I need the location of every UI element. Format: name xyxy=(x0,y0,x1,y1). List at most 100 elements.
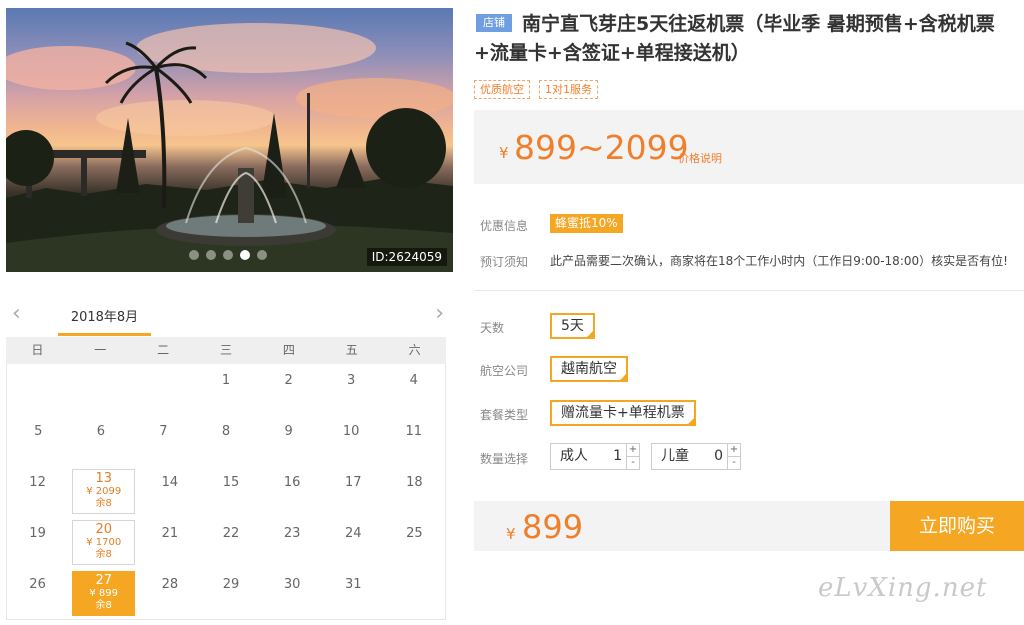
child-quantity-stepper: 儿童 0 + - xyxy=(651,443,741,470)
chevron-left-icon[interactable]: ‹ xyxy=(12,303,21,325)
total-currency: ¥ xyxy=(506,525,516,543)
calendar-day-number: 28 xyxy=(161,577,179,592)
calendar-day-number: 14 xyxy=(161,475,179,490)
option-package[interactable]: 赠流量卡+单程机票 ✓ xyxy=(550,400,696,426)
product-image-gallery[interactable]: ID:2624059 xyxy=(6,8,453,272)
calendar-day: 9 xyxy=(257,415,320,466)
child-count[interactable]: 0 xyxy=(702,444,727,469)
calendar-day-stock: 余8 xyxy=(95,498,112,509)
tag-quality-airline: 优质航空 xyxy=(474,80,530,99)
calendar-day-number: 27 xyxy=(95,573,112,588)
calendar-day: 26 xyxy=(7,568,68,619)
calendar-grid: 1 2 3 4 5 6 7 8 9 10 11 12 13 ¥ 2099 余8 14 15 16 17 18 19 20 ¥… xyxy=(6,364,446,620)
adult-label: 成人 xyxy=(560,448,588,464)
calendar-day: 6 xyxy=(70,415,133,466)
option-package-value: 赠流量卡+单程机票 xyxy=(561,405,685,421)
option-airline-vietnam[interactable]: 越南航空 ✓ xyxy=(550,356,628,382)
calendar-day-number: 30 xyxy=(283,577,301,592)
calendar-week-row: 12 13 ¥ 2099 余8 14 15 16 17 18 xyxy=(7,466,445,517)
calendar-day-number: 31 xyxy=(345,577,362,592)
calendar-day: 16 xyxy=(262,466,323,517)
product-title: 南宁直飞芽庄5天往返机票（毕业季 暑期预售+含税机票+流量卡+含签证+单程接送机… xyxy=(474,13,995,64)
discount-label: 优惠信息 xyxy=(480,219,529,233)
calendar-day-available[interactable]: 13 ¥ 2099 余8 xyxy=(72,469,136,514)
calendar-day: 19 xyxy=(7,517,68,568)
weekday-label: 五 xyxy=(345,343,358,357)
calendar-day-number: 18 xyxy=(406,475,423,490)
calendar-day xyxy=(132,364,195,415)
gallery-dot-3[interactable] xyxy=(223,250,233,260)
calendar-day-available[interactable]: 27 ¥ 899 余8 xyxy=(72,571,136,616)
check-icon: ✓ xyxy=(687,417,694,425)
calendar-day-number: 3 xyxy=(347,373,356,388)
calendar-day-number xyxy=(132,364,195,373)
calendar-day: 2 xyxy=(257,364,320,415)
gallery-dot-5[interactable] xyxy=(257,250,267,260)
calendar-day-number: 5 xyxy=(34,424,43,439)
calendar-day-number xyxy=(7,364,70,373)
calendar-day-stock: 余8 xyxy=(95,600,112,611)
purchase-bar: ¥ 899 立即购买 xyxy=(474,501,1024,551)
calendar-day: 17 xyxy=(323,466,384,517)
calendar-day: 5 xyxy=(7,415,70,466)
calendar-week-row: 19 20 ¥ 1700 余8 21 22 23 24 25 xyxy=(7,517,445,568)
calendar-day: 4 xyxy=(382,364,445,415)
calendar-day-available[interactable]: 20 ¥ 1700 余8 xyxy=(72,520,136,565)
calendar-day: 31 xyxy=(323,568,384,619)
calendar-day-number: 4 xyxy=(409,373,418,388)
weekday-label: 四 xyxy=(282,343,295,357)
chevron-right-icon[interactable]: › xyxy=(435,303,444,325)
service-tags: 优质航空 1对1服务 xyxy=(474,80,598,99)
calendar-day-number: 11 xyxy=(405,424,423,439)
calendar-month-tab[interactable]: 2018年8月 xyxy=(58,306,151,325)
weekday-label: 一 xyxy=(94,343,107,357)
adult-increase-button[interactable]: + xyxy=(627,444,639,456)
weekday-label: 二 xyxy=(157,343,170,357)
calendar-day-number: 12 xyxy=(29,475,46,490)
calendar-day: 24 xyxy=(323,517,384,568)
calendar-day-number: 9 xyxy=(284,424,293,439)
calendar-day-number: 2 xyxy=(284,373,293,388)
calendar-day: 10 xyxy=(320,415,383,466)
gallery-dot-1[interactable] xyxy=(189,250,199,260)
gallery-dot-2[interactable] xyxy=(206,250,216,260)
calendar-day-number: 17 xyxy=(345,475,362,490)
calendar-day-number: 6 xyxy=(96,424,105,439)
adult-decrease-button[interactable]: - xyxy=(627,456,639,469)
calendar-day-price: ¥ 899 xyxy=(89,588,119,599)
calendar-day: 3 xyxy=(320,364,383,415)
price-explanation-link[interactable]: 价格说明 xyxy=(678,150,722,166)
calendar-day-number: 13 xyxy=(95,471,112,486)
calendar-day xyxy=(70,364,133,415)
check-icon: ✓ xyxy=(587,330,593,338)
gallery-dot-4[interactable] xyxy=(240,250,250,260)
calendar-day-number: 8 xyxy=(221,424,231,439)
option-days-5[interactable]: 5天 ✓ xyxy=(550,313,595,339)
calendar-weekday-header: 日 一 二 三 四 五 六 xyxy=(6,337,446,364)
calendar-day: 21 xyxy=(139,517,200,568)
buy-now-button[interactable]: 立即购买 xyxy=(890,501,1024,551)
calendar-week-row: 26 27 ¥ 899 余8 28 29 30 31 xyxy=(7,568,445,619)
calendar-day-number: 7 xyxy=(159,424,168,439)
child-decrease-button[interactable]: - xyxy=(728,456,740,469)
child-increase-button[interactable]: + xyxy=(728,444,740,456)
calendar-day-number: 10 xyxy=(342,424,360,439)
calendar-day-number: 26 xyxy=(29,577,46,592)
adult-count[interactable]: 1 xyxy=(601,444,626,469)
calendar-day: 28 xyxy=(139,568,200,619)
calendar-day: 23 xyxy=(262,517,323,568)
calendar-day: 7 xyxy=(132,415,195,466)
days-label: 天数 xyxy=(480,321,505,335)
watermark-logo: eLvXing.net xyxy=(818,573,988,603)
weekday-label: 日 xyxy=(31,343,44,357)
calendar-day: 29 xyxy=(200,568,261,619)
check-icon: ✓ xyxy=(620,373,626,381)
calendar-day-number: 25 xyxy=(406,526,423,541)
airline-label: 航空公司 xyxy=(480,364,529,378)
calendar-day-number xyxy=(384,568,445,577)
calendar-week-row: 1 2 3 4 xyxy=(7,364,445,415)
calendar-day: 25 xyxy=(384,517,445,568)
booking-notice-label: 预订须知 xyxy=(480,255,529,269)
discount-badge: 蜂蜜抵10% xyxy=(550,214,623,233)
weekday-label: 六 xyxy=(408,343,421,357)
